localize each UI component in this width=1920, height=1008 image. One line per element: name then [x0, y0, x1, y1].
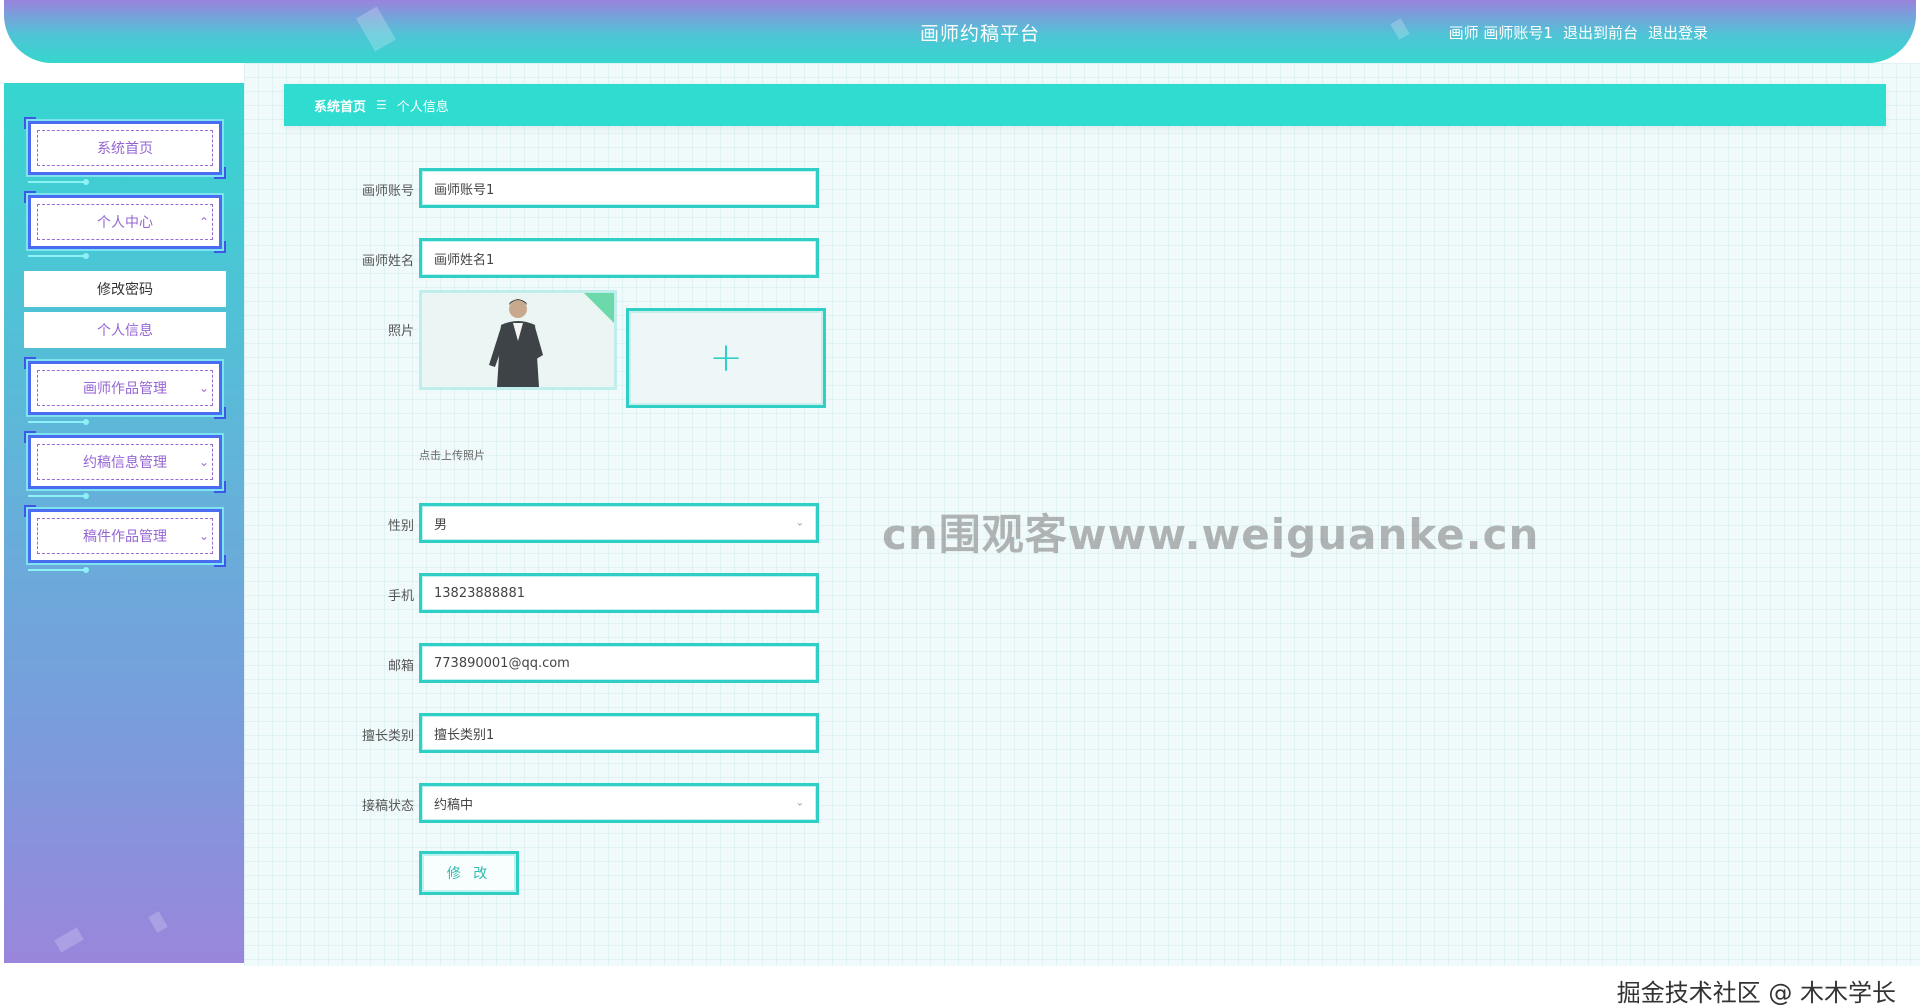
chevron-down-icon: ⌄ [795, 517, 804, 529]
menu-card-frame: 稿件作品管理 ⌄ [28, 509, 222, 563]
email-label: 邮箱 [387, 659, 414, 674]
phone-label: 手机 [387, 589, 414, 604]
sidebar-item-label: 约稿信息管理 [37, 444, 213, 480]
phone-field[interactable]: 13823888881 [419, 573, 819, 613]
card-tail-decoration [28, 493, 89, 499]
breadcrumb-home[interactable]: 系统首页 [314, 96, 366, 115]
portrait-image [489, 299, 543, 387]
status-select[interactable]: 约稿中 ⌄ [419, 783, 819, 823]
photo-upload-button[interactable]: + [626, 308, 826, 408]
sidebar-decoration [54, 927, 84, 953]
menu-card-frame: 画师作品管理 ⌄ [28, 361, 222, 415]
menu-card-frame: 系统首页 [28, 121, 222, 175]
sidebar-item-commission-management[interactable]: 约稿信息管理 ⌄ [24, 431, 226, 499]
top-header: 画师约稿平台 画师 画师账号1 退出到前台 退出登录 [4, 0, 1916, 63]
account-label: 画师账号 [361, 184, 414, 199]
name-label: 画师姓名 [361, 254, 414, 269]
sidebar-item-label: 系统首页 [37, 130, 213, 166]
email-row: 邮箱 773890001@qq.com [244, 643, 1144, 683]
name-row: 画师姓名 画师姓名1 [244, 238, 1144, 278]
chevron-down-icon: ⌄ [795, 797, 804, 809]
status-value: 约稿中 [434, 797, 474, 813]
sidebar-subitem-personal-info[interactable]: 个人信息 [24, 312, 226, 348]
submit-button[interactable]: 修 改 [419, 851, 519, 895]
main-content: 系统首页 ☰ 个人信息 画师账号 画师账号1 画师姓名 画师姓名1 照片 + 点… [244, 63, 1920, 1007]
specialty-label: 擅长类别 [361, 729, 414, 744]
email-field[interactable]: 773890001@qq.com [419, 643, 819, 683]
card-tail-decoration [28, 179, 89, 185]
gender-select[interactable]: 男 ⌄ [419, 503, 819, 543]
account-field[interactable]: 画师账号1 [419, 168, 819, 208]
chevron-up-icon: ⌃ [198, 215, 209, 229]
breadcrumb-current: 个人信息 [396, 99, 449, 115]
breadcrumb-separator-icon: ☰ [376, 98, 387, 112]
card-tail-decoration [28, 419, 89, 425]
sidebar-item-artwork-management[interactable]: 画师作品管理 ⌄ [24, 357, 226, 425]
photo-preview[interactable] [419, 290, 617, 390]
sidebar-item-manuscript-management[interactable]: 稿件作品管理 ⌄ [24, 505, 226, 573]
exit-to-front-link[interactable]: 退出到前台 [1563, 22, 1638, 43]
phone-row: 手机 13823888881 [244, 573, 1144, 613]
name-field[interactable]: 画师姓名1 [419, 238, 819, 278]
user-role: 画师 画师账号1 [1448, 24, 1553, 42]
plus-icon: + [709, 335, 743, 381]
sidebar-item-label: 个人中心 [37, 204, 213, 240]
gender-label: 性别 [387, 519, 414, 534]
photo-label: 照片 [387, 324, 414, 339]
sidebar-decoration [148, 911, 168, 933]
gender-value: 男 [434, 517, 448, 533]
logout-link[interactable]: 退出登录 [1648, 22, 1708, 43]
card-tail-decoration [28, 567, 89, 573]
menu-card-frame: 个人中心 ⌃ [28, 195, 222, 249]
account-row: 画师账号 画师账号1 [244, 168, 1144, 208]
status-row: 接稿状态 约稿中 ⌄ [244, 783, 1144, 823]
header-user-area: 画师 画师账号1 退出到前台 退出登录 [1449, 22, 1708, 43]
sidebar-subitem-change-password[interactable]: 修改密码 [24, 271, 226, 307]
sidebar-item-label: 画师作品管理 [37, 370, 213, 406]
sidebar-item-personal-center[interactable]: 个人中心 ⌃ [24, 191, 226, 259]
credit-text: 掘金技术社区 @ 木木学长 [1616, 979, 1896, 1007]
specialty-field[interactable]: 擅长类别1 [419, 713, 819, 753]
menu-card-frame: 约稿信息管理 ⌄ [28, 435, 222, 489]
status-label: 接稿状态 [361, 799, 414, 814]
specialty-row: 擅长类别 擅长类别1 [244, 713, 1144, 753]
upload-hint: 点击上传照片 [419, 449, 485, 462]
card-tail-decoration [28, 253, 89, 259]
sidebar-item-label: 稿件作品管理 [37, 518, 213, 554]
photo-corner-flag [584, 293, 614, 323]
chevron-down-icon: ⌄ [198, 455, 209, 469]
sidebar: 系统首页 个人中心 ⌃ 修改密码 个人信息 画师作品管理 ⌄ 约稿信息管理 ⌄ [4, 83, 244, 963]
breadcrumb: 系统首页 ☰ 个人信息 [284, 84, 1886, 126]
chevron-down-icon: ⌄ [198, 529, 209, 543]
chevron-down-icon: ⌄ [198, 381, 209, 395]
watermark-text: cn围观客www.weiguanke.cn [882, 510, 1540, 559]
sidebar-item-home[interactable]: 系统首页 [24, 117, 226, 185]
